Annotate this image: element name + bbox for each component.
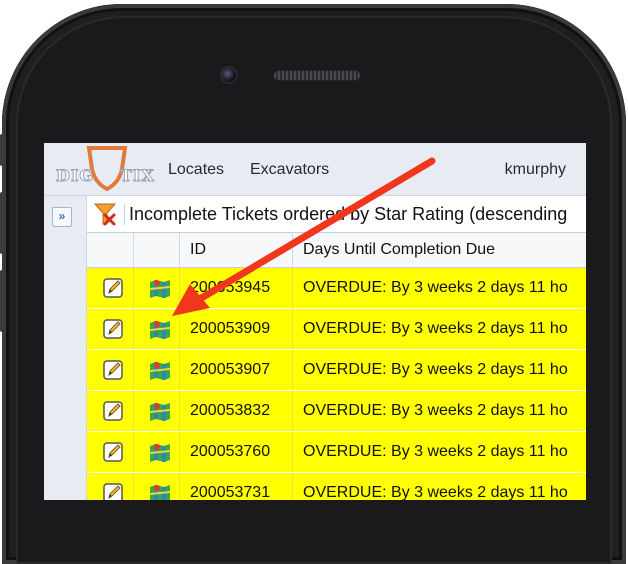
- note-pencil-icon[interactable]: [102, 400, 124, 422]
- days-until-due: OVERDUE: By 3 weeks 2 days 11 ho: [292, 391, 586, 431]
- days-until-due: OVERDUE: By 3 weeks 2 days 11 ho: [292, 473, 586, 500]
- ticket-id[interactable]: 200053731: [179, 473, 292, 500]
- ticket-list: 200053945 OVERDUE: By 3 weeks 2 days 11 h…: [87, 268, 586, 500]
- column-header-id[interactable]: ID: [179, 233, 292, 267]
- digtix-logo[interactable]: DIG TIX: [54, 146, 158, 191]
- app-header: DIG TIX Locates Excavators kmurphy: [44, 143, 586, 196]
- earpiece-speaker: [274, 71, 360, 80]
- map-icon[interactable]: [148, 481, 172, 500]
- edit-cell: [87, 432, 133, 472]
- map-icon[interactable]: [148, 317, 172, 341]
- table-header: ID Days Until Completion Due: [87, 233, 586, 268]
- map-cell: [133, 473, 179, 500]
- map-cell: [133, 350, 179, 390]
- days-until-due: OVERDUE: By 3 weeks 2 days 11 ho: [292, 350, 586, 390]
- edit-cell: [87, 391, 133, 431]
- table-row[interactable]: 200053832 OVERDUE: By 3 weeks 2 days 11 h…: [87, 391, 586, 432]
- clear-filter-icon[interactable]: [93, 201, 117, 227]
- days-until-due: OVERDUE: By 3 weeks 2 days 11 ho: [292, 268, 586, 308]
- column-header-map[interactable]: [133, 233, 179, 267]
- edit-cell: [87, 309, 133, 349]
- table-row[interactable]: 200053907 OVERDUE: By 3 weeks 2 days 11 h…: [87, 350, 586, 391]
- map-icon[interactable]: [148, 358, 172, 382]
- front-camera: [222, 68, 236, 82]
- edit-cell: [87, 473, 133, 500]
- ticket-id[interactable]: 200053832: [179, 391, 292, 431]
- table-row[interactable]: 200053731 OVERDUE: By 3 weeks 2 days 11 h…: [87, 473, 586, 500]
- list-title: Incomplete Tickets ordered by Star Ratin…: [124, 204, 586, 225]
- nav-locates[interactable]: Locates: [168, 161, 224, 179]
- map-icon[interactable]: [148, 276, 172, 300]
- edit-cell: [87, 350, 133, 390]
- map-cell: [133, 309, 179, 349]
- logo-text-left: DIG: [55, 166, 95, 186]
- edit-cell: [87, 268, 133, 308]
- map-icon[interactable]: [148, 440, 172, 464]
- ticket-id[interactable]: 200053907: [179, 350, 292, 390]
- note-pencil-icon[interactable]: [102, 359, 124, 381]
- map-cell: [133, 391, 179, 431]
- column-header-days-due[interactable]: Days Until Completion Due: [292, 233, 586, 267]
- app-screen: DIG TIX Locates Excavators kmurphy » Inc…: [44, 143, 586, 500]
- map-cell: [133, 268, 179, 308]
- map-cell: [133, 432, 179, 472]
- volume-down-button: [0, 270, 6, 332]
- table-row[interactable]: 200053760 OVERDUE: By 3 weeks 2 days 11 h…: [87, 432, 586, 473]
- table-row[interactable]: 200053909 OVERDUE: By 3 weeks 2 days 11 h…: [87, 309, 586, 350]
- mute-switch: [0, 134, 6, 166]
- ticket-id[interactable]: 200053909: [179, 309, 292, 349]
- map-icon[interactable]: [148, 399, 172, 423]
- note-pencil-icon[interactable]: [102, 318, 124, 340]
- note-pencil-icon[interactable]: [102, 277, 124, 299]
- days-until-due: OVERDUE: By 3 weeks 2 days 11 ho: [292, 432, 586, 472]
- nav-excavators[interactable]: Excavators: [250, 161, 329, 179]
- sidebar-collapsed: »: [44, 196, 87, 500]
- ticket-id[interactable]: 200053760: [179, 432, 292, 472]
- days-until-due: OVERDUE: By 3 weeks 2 days 11 ho: [292, 309, 586, 349]
- expand-sidebar-button[interactable]: »: [52, 207, 72, 227]
- logo-text-right: TIX: [120, 166, 155, 186]
- user-name[interactable]: kmurphy: [505, 161, 566, 179]
- note-pencil-icon[interactable]: [102, 441, 124, 463]
- note-pencil-icon[interactable]: [102, 482, 124, 500]
- column-header-edit[interactable]: [87, 233, 133, 267]
- volume-up-button: [0, 192, 6, 254]
- table-row[interactable]: 200053945 OVERDUE: By 3 weeks 2 days 11 h…: [87, 268, 586, 309]
- list-titlebar: Incomplete Tickets ordered by Star Ratin…: [87, 196, 586, 233]
- ticket-id[interactable]: 200053945: [179, 268, 292, 308]
